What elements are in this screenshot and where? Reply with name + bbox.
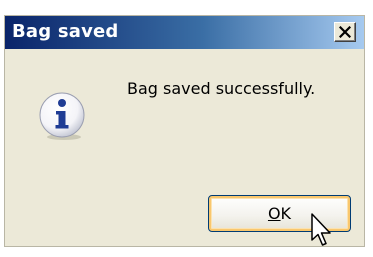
close-icon [339,26,351,38]
info-icon [37,91,87,141]
mouse-pointer-icon [311,213,335,249]
window-title: Bag saved [12,21,119,42]
message-text: Bag saved successfully. [127,79,316,98]
close-button[interactable] [334,22,356,42]
ok-mnemonic: O [267,204,281,223]
ok-label-rest: K [280,204,292,223]
title-bar[interactable]: Bag saved [5,16,364,49]
